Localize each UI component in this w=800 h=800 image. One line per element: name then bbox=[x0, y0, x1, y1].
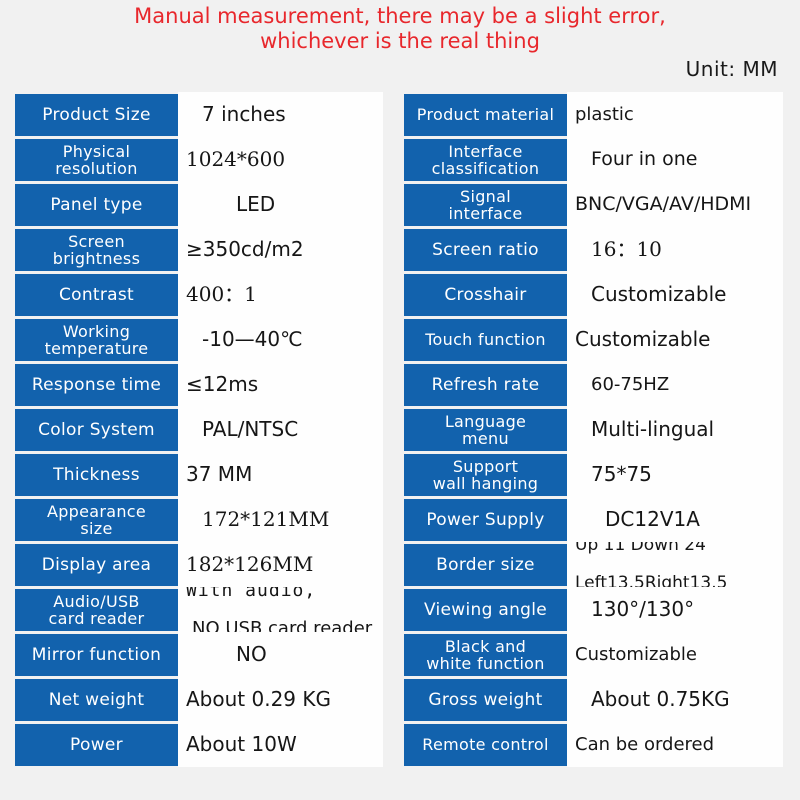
row-value: About 0.29 KG bbox=[178, 677, 383, 722]
unit-label: Unit: MM bbox=[685, 57, 778, 81]
row-label: Response time bbox=[15, 363, 178, 406]
table-row: Product Size 7 inches bbox=[0, 92, 395, 137]
table-row: Crosshair Customizable bbox=[395, 272, 800, 317]
row-value: Customizable bbox=[567, 317, 783, 362]
table-row: Black and white function Customizable bbox=[395, 632, 800, 677]
row-value: 7 inches bbox=[178, 92, 383, 137]
table-row: Contrast 400：1 bbox=[0, 272, 395, 317]
table-row: Signal interface BNC/VGA/AV/HDMI bbox=[395, 182, 800, 227]
row-label: Screen brightness bbox=[15, 228, 178, 271]
row-value: 37 MM bbox=[178, 452, 383, 497]
row-label: Appearance size bbox=[15, 498, 178, 541]
row-value: Customizable bbox=[567, 632, 783, 677]
row-label: Net weight bbox=[15, 678, 178, 721]
table-row: Panel type LED bbox=[0, 182, 395, 227]
table-row: Power Supply DC12V1A bbox=[395, 497, 800, 542]
row-label: Support wall hanging bbox=[404, 453, 567, 496]
row-value: NO bbox=[178, 632, 383, 677]
row-value: 172*121MM bbox=[178, 497, 383, 542]
spec-column-left: Product Size 7 inches Physical resolutio… bbox=[0, 92, 395, 767]
table-row: Screen ratio 16：10 bbox=[395, 227, 800, 272]
row-label: Language menu bbox=[404, 408, 567, 451]
row-value: ≤12ms bbox=[178, 362, 383, 407]
row-value-line1: Up 11 Down 24 bbox=[575, 542, 706, 555]
table-row: Remote control Can be ordered bbox=[395, 722, 800, 767]
row-label: Working temperature bbox=[15, 318, 178, 361]
row-value: Four in one bbox=[567, 137, 783, 182]
row-value: BNC/VGA/AV/HDMI bbox=[567, 182, 783, 227]
row-value: About 0.75KG bbox=[567, 677, 783, 722]
table-row: Gross weight About 0.75KG bbox=[395, 677, 800, 722]
table-row: Language menu Multi-lingual bbox=[395, 407, 800, 452]
row-value: LED bbox=[178, 182, 383, 227]
row-value: DC12V1A bbox=[567, 497, 783, 542]
table-row: Screen brightness ≥350cd/m2 bbox=[0, 227, 395, 272]
row-label: Viewing angle bbox=[404, 588, 567, 631]
spec-sheet-page: Manual measurement, there may be a sligh… bbox=[0, 0, 800, 800]
row-value: 75*75 bbox=[567, 452, 783, 497]
row-label: Touch function bbox=[404, 318, 567, 361]
row-label: Product material bbox=[404, 93, 567, 136]
row-label: Remote control bbox=[404, 723, 567, 766]
row-value: About 10W bbox=[178, 722, 383, 767]
table-row: Border size Up 11 Down 24 Left13.5Right1… bbox=[395, 542, 800, 587]
row-label: Black and white function bbox=[404, 633, 567, 676]
spec-column-right: Product material plastic Interface class… bbox=[395, 92, 800, 767]
row-label: Signal interface bbox=[404, 183, 567, 226]
table-row: Viewing angle 130°/130° bbox=[395, 587, 800, 632]
row-value: Can be ordered bbox=[567, 722, 783, 767]
table-row: Working temperature -10—40℃ bbox=[0, 317, 395, 362]
row-value: 400：1 bbox=[178, 272, 383, 317]
row-value-line2: Left13.5Right13.5 bbox=[575, 573, 728, 588]
table-row: Color System PAL/NTSC bbox=[0, 407, 395, 452]
table-row: Net weight About 0.29 KG bbox=[0, 677, 395, 722]
row-value: 130°/130° bbox=[567, 587, 783, 632]
row-value: With audio, NO USB card reader bbox=[178, 587, 383, 632]
row-value: 182*126MM bbox=[178, 542, 383, 587]
table-row: Physical resolution 1024*600 bbox=[0, 137, 395, 182]
row-label: Interface classification bbox=[404, 138, 567, 181]
row-label: Thickness bbox=[15, 453, 178, 496]
row-label: Power Supply bbox=[404, 498, 567, 541]
row-label: Physical resolution bbox=[15, 138, 178, 181]
table-row: Support wall hanging 75*75 bbox=[395, 452, 800, 497]
row-value: PAL/NTSC bbox=[178, 407, 383, 452]
table-row: Touch function Customizable bbox=[395, 317, 800, 362]
table-row: Product material plastic bbox=[395, 92, 800, 137]
row-value: plastic bbox=[567, 92, 783, 137]
table-row: Appearance size 172*121MM bbox=[0, 497, 395, 542]
table-row: Audio/USB card reader With audio, NO USB… bbox=[0, 587, 395, 632]
row-value: 60-75HZ bbox=[567, 362, 783, 407]
table-row: Display area 182*126MM bbox=[0, 542, 395, 587]
row-value: -10—40℃ bbox=[178, 317, 383, 362]
row-value: Multi-lingual bbox=[567, 407, 783, 452]
row-label: Crosshair bbox=[404, 273, 567, 316]
row-value-line2: NO USB card reader bbox=[192, 618, 373, 632]
row-value: Customizable bbox=[567, 272, 783, 317]
row-label: Color System bbox=[15, 408, 178, 451]
table-row: Mirror function NO bbox=[0, 632, 395, 677]
row-value: ≥350cd/m2 bbox=[178, 227, 383, 272]
row-label: Border size bbox=[404, 543, 567, 586]
row-label: Power bbox=[15, 723, 178, 766]
row-value: Up 11 Down 24 Left13.5Right13.5 bbox=[567, 542, 783, 587]
row-label: Screen ratio bbox=[404, 228, 567, 271]
row-label: Display area bbox=[15, 543, 178, 586]
row-label: Product Size bbox=[15, 93, 178, 136]
row-label: Gross weight bbox=[404, 678, 567, 721]
table-row: Interface classification Four in one bbox=[395, 137, 800, 182]
row-label: Audio/USB card reader bbox=[15, 588, 178, 631]
row-label: Mirror function bbox=[15, 633, 178, 676]
manual-measurement-notice: Manual measurement, there may be a sligh… bbox=[134, 4, 666, 53]
row-label: Refresh rate bbox=[404, 363, 567, 406]
table-row: Power About 10W bbox=[0, 722, 395, 767]
row-value-line1: With audio, bbox=[186, 587, 317, 601]
row-value: 16：10 bbox=[567, 227, 783, 272]
row-label: Contrast bbox=[15, 273, 178, 316]
table-row: Refresh rate 60-75HZ bbox=[395, 362, 800, 407]
row-label: Panel type bbox=[15, 183, 178, 226]
table-row: Thickness 37 MM bbox=[0, 452, 395, 497]
table-row: Response time ≤12ms bbox=[0, 362, 395, 407]
row-value: 1024*600 bbox=[178, 137, 383, 182]
